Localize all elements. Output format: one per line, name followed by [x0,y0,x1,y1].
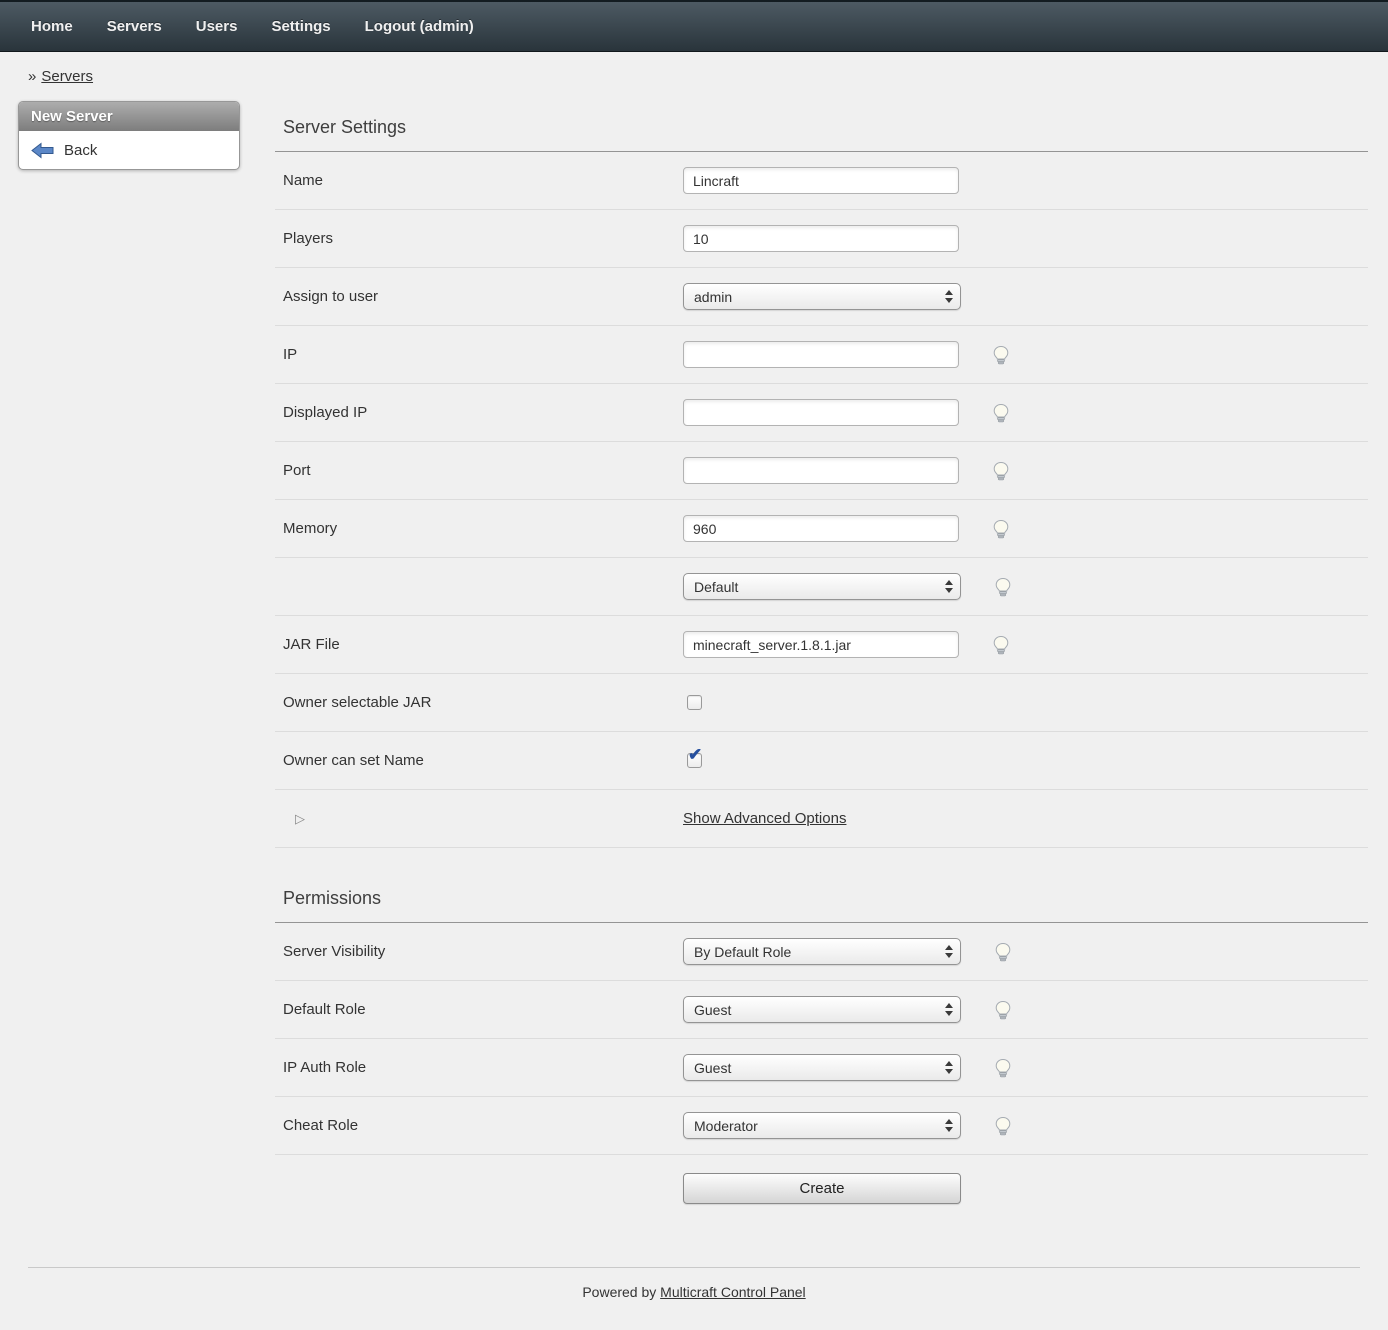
server-visibility-select[interactable]: By Default Role [683,938,961,965]
create-button[interactable]: Create [683,1173,961,1204]
cheat-role-select[interactable]: Moderator [683,1112,961,1139]
memory-preset-selected-value: Default [694,579,738,595]
form-row-displayed-ip: Displayed IP [275,384,1368,442]
form-row-create: Create [275,1155,1368,1213]
nav-item-home[interactable]: Home [14,18,90,35]
cheat-role-selected-value: Moderator [694,1118,758,1134]
assign-to-user-select[interactable]: admin [683,283,961,310]
form-row-assign-to-user: Assign to user admin [275,268,1368,326]
select-stepper-icon [945,1003,953,1016]
sidebar-title: New Server [19,102,239,131]
main-panel: Server Settings Name Players Assign to u… [275,95,1368,1213]
default-role-select[interactable]: Guest [683,996,961,1023]
port-help-bulb-icon[interactable] [991,461,1011,481]
memory-label: Memory [283,520,683,537]
displayed-ip-label: Displayed IP [283,404,683,421]
default-role-help-bulb-icon[interactable] [993,1000,1013,1020]
assign-to-user-selected-value: admin [694,289,732,305]
form-row-advanced-options: ▷ Show Advanced Options [275,790,1368,848]
footer-powered-by-text: Powered by [582,1284,656,1300]
select-stepper-icon [945,1061,953,1074]
page-content: New Server Back Server Settings Name Pla… [0,95,1388,1213]
jar-file-input[interactable] [683,631,959,658]
form-row-jar-file: JAR File [275,616,1368,674]
form-row-name: Name [275,152,1368,210]
back-arrow-icon [31,142,54,159]
sidebar-back-button[interactable]: Back [19,131,239,169]
jar-file-label: JAR File [283,636,683,653]
ip-auth-role-select[interactable]: Guest [683,1054,961,1081]
jar-file-help-bulb-icon[interactable] [991,635,1011,655]
sidebar-back-label: Back [64,142,97,159]
disclosure-triangle-icon[interactable]: ▷ [295,811,305,826]
memory-input[interactable] [683,515,959,542]
name-input[interactable] [683,167,959,194]
page-footer: Powered by Multicraft Control Panel [28,1267,1360,1330]
form-row-server-visibility: Server Visibility By Default Role [275,923,1368,981]
breadcrumb: » Servers [0,52,1388,95]
owner-can-set-name-label: Owner can set Name [283,752,683,769]
nav-item-settings[interactable]: Settings [254,18,347,35]
memory-preset-select[interactable]: Default [683,573,961,600]
form-row-cheat-role: Cheat Role Moderator [275,1097,1368,1155]
select-stepper-icon [945,945,953,958]
form-row-port: Port [275,442,1368,500]
nav-item-logout[interactable]: Logout (admin) [348,18,491,35]
displayed-ip-input[interactable] [683,399,959,426]
cheat-role-label: Cheat Role [283,1117,683,1134]
section-title-permissions: Permissions [275,848,1368,923]
sidebar: New Server Back [18,101,240,170]
top-navigation: Home Servers Users Settings Logout (admi… [0,0,1388,52]
port-label: Port [283,462,683,479]
players-input[interactable] [683,225,959,252]
footer-multicraft-link[interactable]: Multicraft Control Panel [660,1284,806,1300]
form-row-memory: Memory [275,500,1368,558]
nav-item-servers[interactable]: Servers [90,18,179,35]
form-row-ip: IP [275,326,1368,384]
memory-preset-help-bulb-icon[interactable] [993,577,1013,597]
ip-auth-role-label: IP Auth Role [283,1059,683,1076]
ip-auth-role-selected-value: Guest [694,1060,731,1076]
ip-help-bulb-icon[interactable] [991,345,1011,365]
displayed-ip-help-bulb-icon[interactable] [991,403,1011,423]
assign-to-user-label: Assign to user [283,288,683,305]
form-row-memory-preset: Default [275,558,1368,616]
form-row-owner-can-set-name: Owner can set Name ✔ [275,732,1368,790]
server-visibility-label: Server Visibility [283,943,683,960]
server-visibility-help-bulb-icon[interactable] [993,942,1013,962]
select-stepper-icon [945,580,953,593]
section-title-server-settings: Server Settings [275,95,1368,152]
ip-input[interactable] [683,341,959,368]
players-label: Players [283,230,683,247]
default-role-label: Default Role [283,1001,683,1018]
port-input[interactable] [683,457,959,484]
ip-label: IP [283,346,683,363]
default-role-selected-value: Guest [694,1002,731,1018]
name-label: Name [283,172,683,189]
owner-selectable-jar-checkbox[interactable] [687,695,702,710]
owner-can-set-name-checkbox[interactable]: ✔ [687,753,702,768]
nav-item-users[interactable]: Users [179,18,255,35]
form-row-owner-selectable-jar: Owner selectable JAR [275,674,1368,732]
breadcrumb-separator: » [28,68,36,85]
form-row-ip-auth-role: IP Auth Role Guest [275,1039,1368,1097]
show-advanced-options-link[interactable]: Show Advanced Options [683,810,846,827]
owner-selectable-jar-label: Owner selectable JAR [283,694,683,711]
breadcrumb-link-servers[interactable]: Servers [41,68,93,85]
cheat-role-help-bulb-icon[interactable] [993,1116,1013,1136]
server-visibility-selected-value: By Default Role [694,944,791,960]
checkmark-icon: ✔ [688,745,702,765]
select-stepper-icon [945,290,953,303]
form-row-players: Players [275,210,1368,268]
form-row-default-role: Default Role Guest [275,981,1368,1039]
memory-help-bulb-icon[interactable] [991,519,1011,539]
select-stepper-icon [945,1119,953,1132]
ip-auth-role-help-bulb-icon[interactable] [993,1058,1013,1078]
